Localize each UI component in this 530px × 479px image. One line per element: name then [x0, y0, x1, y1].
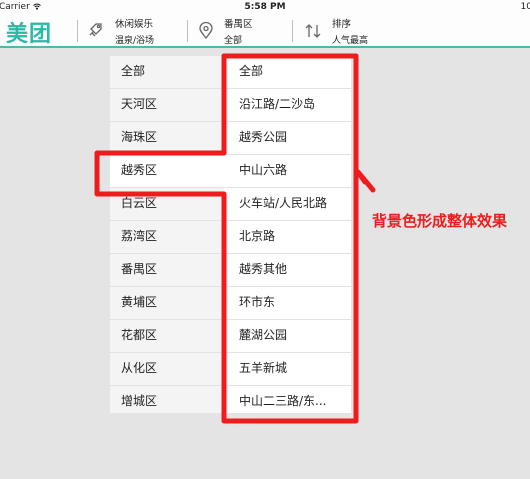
sort-filter-value: 人气最高	[332, 36, 369, 46]
status-bar: Carrier 5:58 PM 10	[0, 0, 530, 14]
district-item[interactable]: 全部	[110, 56, 224, 89]
district-list: 全部 天河区 海珠区 越秀区 白云区 荔湾区 番禺区 黄埔区 花都区 从化区 增城区	[110, 56, 224, 419]
area-item[interactable]: 中山二三路/东...	[224, 386, 351, 419]
district-item[interactable]: 黄埔区	[110, 287, 224, 320]
district-item[interactable]: 越秀区	[110, 155, 224, 188]
area-item[interactable]: 越秀其他	[224, 254, 351, 287]
region-filter-value: 全部	[224, 36, 243, 46]
district-item[interactable]: 番禺区	[110, 254, 224, 287]
battery-level: 10	[520, 2, 530, 12]
area-item[interactable]: 全部	[224, 56, 351, 89]
area-item[interactable]: 环市东	[224, 287, 351, 320]
district-item[interactable]: 增城区	[110, 386, 224, 419]
sort-filter-title: 排序	[332, 19, 352, 30]
district-item[interactable]: 从化区	[110, 353, 224, 386]
area-item[interactable]: 中山六路	[224, 155, 351, 188]
area-item[interactable]: 麓湖公园	[224, 320, 351, 353]
district-item[interactable]: 海珠区	[110, 122, 224, 155]
nav-bar: 美团 休闲娱乐 温泉/浴场 番禺区 全部 排序 人气最高	[0, 14, 530, 48]
area-item[interactable]: 火车站/人民北路	[224, 188, 351, 221]
annotation-text: 背景色形成整体效果	[372, 212, 508, 230]
district-item[interactable]: 花都区	[110, 320, 224, 353]
app-logo[interactable]: 美团	[6, 16, 52, 48]
sort-filter[interactable]: 排序 人气最高	[302, 14, 422, 46]
category-filter-title: 休闲娱乐	[115, 19, 154, 30]
area-item[interactable]: 沿江路/二沙岛	[224, 89, 351, 122]
region-filter[interactable]: 番禺区 全部	[196, 14, 292, 46]
nav-divider	[187, 20, 188, 42]
region-filter-title: 番禺区	[224, 19, 253, 30]
location-pin-icon	[199, 22, 213, 40]
area-item[interactable]: 北京路	[224, 221, 351, 254]
nav-divider	[77, 20, 78, 42]
sort-arrows-icon	[305, 24, 321, 38]
district-item[interactable]: 荔湾区	[110, 221, 224, 254]
area-list: 全部 沿江路/二沙岛 越秀公园 中山六路 火车站/人民北路 北京路 越秀其他 环市东 麓湖公园五…	[224, 56, 351, 419]
category-filter-value: 温泉/浴场	[115, 36, 155, 46]
annotation-arrow	[355, 169, 376, 193]
nav-divider	[292, 20, 293, 42]
region-dropdown: 全部 天河区 海珠区 越秀区 白云区 荔湾区 番禺区 黄埔区 花都区 从化区 增城区 全部 沿江路/二…	[110, 56, 351, 419]
tag-icon	[89, 23, 102, 37]
district-item[interactable]: 天河区	[110, 89, 224, 122]
category-filter[interactable]: 休闲娱乐 温泉/浴场	[88, 14, 188, 46]
district-item[interactable]: 白云区	[110, 188, 224, 221]
status-time: 5:58 PM	[244, 2, 286, 12]
area-item[interactable]: 五羊新城	[224, 353, 351, 386]
area-item[interactable]: 越秀公园	[224, 122, 351, 155]
